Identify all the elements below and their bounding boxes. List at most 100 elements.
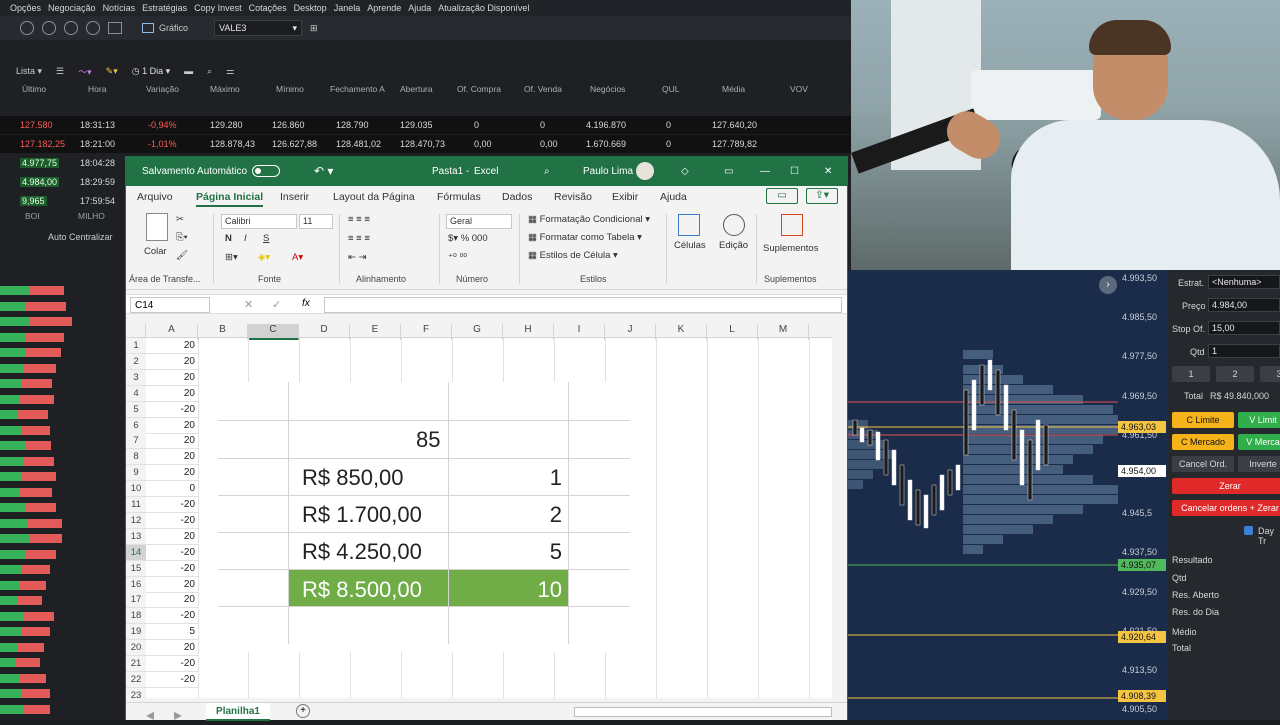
table-value[interactable]: R$ 4.250,00 (302, 539, 422, 565)
cell-a[interactable]: -20 (146, 497, 198, 513)
copy-icon[interactable]: ⎘▾ (176, 232, 188, 243)
row-header[interactable]: 11 (126, 497, 146, 513)
quote-row[interactable]: 127.182,25 18:21:00 -1,01% 128.878,43 126.62… (0, 135, 851, 153)
indicator-icon[interactable]: 〜▾ (78, 65, 92, 78)
autosave-toggle[interactable] (252, 165, 280, 177)
daytrade-checkbox[interactable] (1244, 526, 1253, 535)
ribbon-display-icon[interactable]: ▭ (724, 166, 733, 177)
column-header[interactable]: E (350, 324, 401, 340)
quotes-column-header[interactable]: Mínimo (276, 84, 304, 94)
cell-a[interactable]: -20 (146, 402, 198, 418)
sell-market-button[interactable]: V Merca (1238, 434, 1280, 450)
cancel-order-button[interactable]: Cancel Ord. (1172, 456, 1234, 472)
column-header[interactable]: L (707, 324, 758, 340)
menu-item[interactable]: Atualização Disponível (438, 3, 529, 13)
tab-page-layout[interactable]: Layout da Página (333, 191, 415, 203)
grid-icon[interactable]: ⊞ (310, 23, 318, 34)
menu-item[interactable]: Janela (334, 3, 361, 13)
cell-a[interactable]: 0 (146, 481, 198, 498)
layout-icon[interactable] (108, 22, 122, 34)
next-sheet-icon[interactable]: ▸ (174, 705, 182, 725)
cell-a[interactable]: -20 (146, 561, 198, 577)
menu-item[interactable]: Negociação (48, 3, 96, 13)
menu-item[interactable]: Ajuda (408, 3, 431, 13)
addins-icon[interactable] (781, 214, 803, 236)
quotes-column-header[interactable]: Máximo (210, 84, 240, 94)
zoom-fit-icon[interactable] (64, 21, 78, 35)
cell-a[interactable]: -20 (146, 545, 198, 561)
tab-file[interactable]: Arquivo (137, 191, 173, 203)
column-header[interactable]: I (554, 324, 605, 340)
tab-insert[interactable]: Inserir (280, 191, 309, 203)
cell-a[interactable]: 20 (146, 386, 198, 402)
cell-a[interactable]: 20 (146, 465, 198, 482)
cells-label[interactable]: Células (674, 240, 706, 251)
row-header[interactable]: 6 (126, 417, 146, 434)
row-header[interactable]: 16 (126, 576, 146, 593)
row-header[interactable]: 18 (126, 608, 146, 625)
qty-3-button[interactable]: 3 (1260, 366, 1280, 382)
table-qty[interactable]: 1 (518, 465, 562, 491)
align-left-icon[interactable]: ≡ ≡ ≡ (348, 233, 370, 244)
cancel-icon[interactable]: ✕ (244, 298, 253, 311)
menu-item[interactable]: Notícias (103, 3, 136, 13)
column-header[interactable]: B (198, 324, 248, 340)
cell-a[interactable]: -20 (146, 656, 198, 672)
cells-icon[interactable] (678, 214, 700, 236)
indent-icon[interactable]: ⇤ ⇥ (348, 252, 367, 263)
percent-icon[interactable]: $▾ % 000 (448, 233, 488, 244)
period-select[interactable]: ◷ 1 Dia ▾ (132, 66, 170, 77)
zoom-in-icon[interactable] (20, 21, 34, 35)
quotes-column-header[interactable]: Variação (146, 84, 179, 94)
menu-item[interactable]: Opções (10, 3, 41, 13)
price-input[interactable]: 4.984,00 (1208, 298, 1280, 312)
row-header[interactable]: 12 (126, 512, 146, 529)
cell-a[interactable]: 5 (146, 624, 198, 641)
row-header[interactable]: 1 (126, 338, 146, 354)
tab-help[interactable]: Ajuda (660, 191, 687, 203)
menu-item[interactable]: Cotações (249, 3, 287, 13)
cell-a[interactable]: 20 (146, 370, 198, 386)
cell-a[interactable]: -20 (146, 672, 198, 688)
table-qty[interactable]: 10 (518, 577, 562, 603)
addins-label[interactable]: Suplementos (763, 243, 818, 254)
undo-icon[interactable]: ↶ ▾ (314, 164, 333, 178)
quotes-column-header[interactable]: Média (722, 84, 745, 94)
qty-input[interactable]: 1 (1208, 344, 1280, 358)
table-value[interactable]: R$ 8.500,00 (302, 577, 422, 603)
cell-a[interactable]: 20 (146, 449, 198, 466)
row-header[interactable]: 5 (126, 401, 146, 418)
number-format-select[interactable]: Geral (446, 214, 512, 229)
buy-limit-button[interactable]: C Limite (1172, 412, 1234, 428)
tab-data[interactable]: Dados (502, 191, 532, 203)
row-header[interactable]: 23 (126, 687, 146, 698)
quotes-column-header[interactable]: Negócios (590, 84, 625, 94)
invert-button[interactable]: Inverte (1238, 456, 1280, 472)
quotes-column-header[interactable]: Último (22, 84, 46, 94)
column-header[interactable]: K (656, 324, 707, 340)
column-header[interactable]: G (452, 324, 503, 340)
chart-button[interactable]: Gráfico (142, 23, 188, 33)
font-name-select[interactable]: Calibri (221, 214, 297, 229)
stop-input[interactable]: 15,00 (1208, 321, 1280, 335)
format-table-button[interactable]: ▦ Formatar como Tabela ▾ (528, 232, 642, 243)
cell-a[interactable]: 20 (146, 577, 198, 593)
row-header[interactable]: 10 (126, 481, 146, 498)
avatar[interactable] (636, 162, 654, 180)
row-header[interactable]: 15 (126, 560, 146, 577)
quotes-column-header[interactable]: Hora (88, 84, 106, 94)
fx-icon[interactable]: fx (302, 298, 310, 309)
sheet-tab-planilha1[interactable]: Planilha1 (206, 703, 270, 721)
conditional-format-button[interactable]: ▦ Formatação Condicional ▾ (528, 214, 650, 225)
quotes-column-header[interactable]: Abertura (400, 84, 433, 94)
align-top-icon[interactable]: ≡ ≡ ≡ (348, 214, 370, 225)
quote-row[interactable]: 127.580 18:31:13 -0,94% 129.280 126.860 128.7… (0, 116, 851, 134)
maximize-icon[interactable]: ☐ (790, 166, 799, 177)
qty-1-button[interactable]: 1 (1172, 366, 1210, 382)
row-header[interactable]: 21 (126, 656, 146, 672)
borders-icon[interactable]: ⊞▾ (225, 252, 238, 263)
diamond-icon[interactable]: ◇ (681, 166, 689, 177)
row-header[interactable]: 8 (126, 449, 146, 466)
cell-a[interactable]: -20 (146, 608, 198, 625)
table-qty[interactable]: 2 (518, 502, 562, 528)
